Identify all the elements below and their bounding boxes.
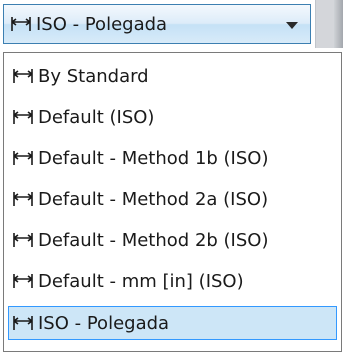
dimension-style-icon — [12, 149, 34, 167]
dimension-style-dropdown-list: By Standard Default (ISO) Default - Meth… — [3, 52, 342, 352]
dimension-style-icon — [12, 272, 34, 290]
list-item-default-method-2a[interactable]: Default - Method 2a (ISO) — [8, 182, 337, 216]
dimension-style-icon — [12, 67, 34, 85]
dimension-style-icon — [12, 314, 34, 332]
app-background — [315, 0, 343, 48]
list-item-default-method-2b[interactable]: Default - Method 2b (ISO) — [8, 223, 337, 257]
dimension-style-icon — [12, 108, 34, 126]
list-item-label: Default - mm [in] (ISO) — [38, 270, 244, 292]
list-item-default-iso[interactable]: Default (ISO) — [8, 100, 337, 134]
dimension-style-icon — [12, 190, 34, 208]
combobox-selected-value: ISO - Polegada — [10, 5, 167, 43]
list-item-label: ISO - Polegada — [38, 312, 170, 334]
chevron-down-icon[interactable] — [286, 22, 298, 29]
app-background-shade — [334, 0, 343, 48]
list-item-by-standard[interactable]: By Standard — [8, 59, 337, 93]
dimension-style-combobox[interactable]: ISO - Polegada — [3, 4, 311, 44]
list-item-default-mm-in[interactable]: Default - mm [in] (ISO) — [8, 264, 337, 298]
list-item-label: Default - Method 2b (ISO) — [38, 229, 269, 251]
list-item-label: Default - Method 2a (ISO) — [38, 188, 269, 210]
combobox-value-label: ISO - Polegada — [36, 13, 168, 35]
list-item-label: By Standard — [38, 65, 149, 87]
list-item-label: Default (ISO) — [38, 106, 155, 128]
list-item-default-method-1b[interactable]: Default - Method 1b (ISO) — [8, 141, 337, 175]
dimension-style-icon — [10, 15, 32, 33]
list-item-iso-polegada[interactable]: ISO - Polegada — [8, 306, 337, 340]
list-item-label: Default - Method 1b (ISO) — [38, 147, 269, 169]
dimension-style-icon — [12, 231, 34, 249]
